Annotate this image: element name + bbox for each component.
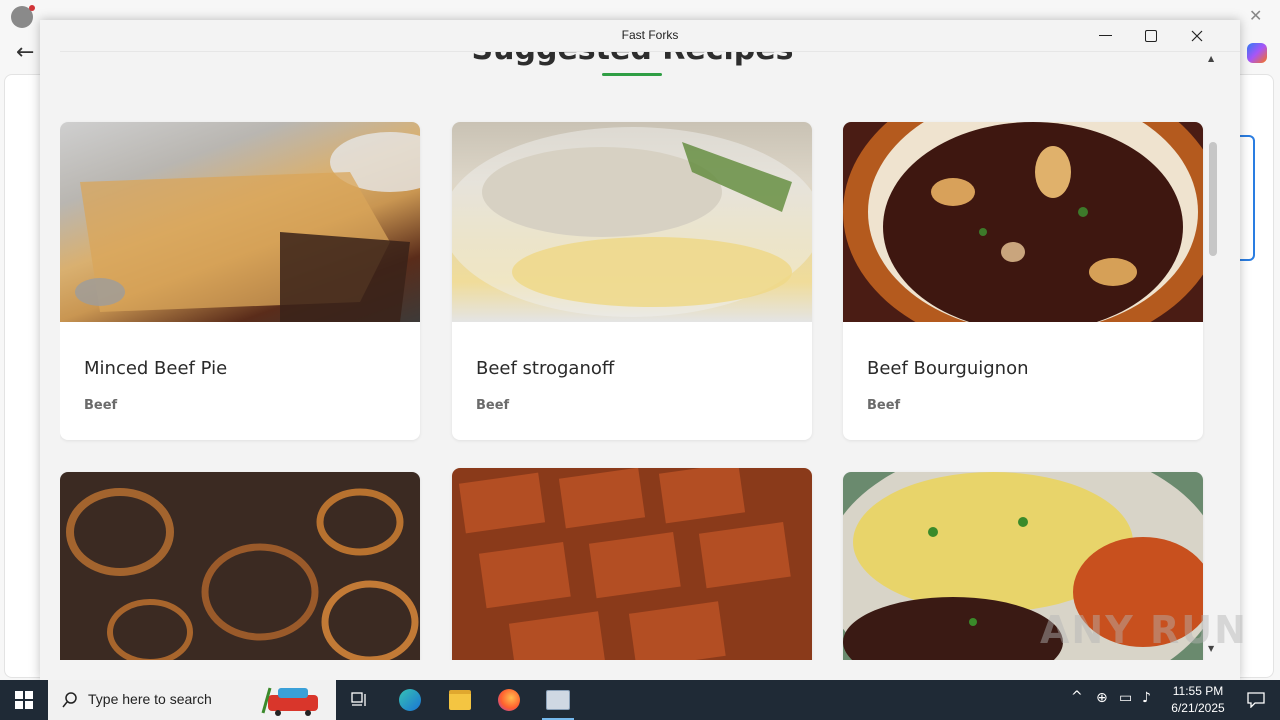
folder-icon	[449, 690, 471, 710]
taskbar: Type here to search ^ ⊕ ▭ ♪ 11:55 PM 6/2…	[0, 680, 1280, 720]
notification-icon	[1247, 692, 1265, 708]
start-button[interactable]	[0, 680, 48, 720]
clock[interactable]: 11:55 PM 6/21/2025	[1162, 683, 1234, 717]
file-explorer-button[interactable]	[436, 680, 484, 720]
title-underline	[602, 73, 662, 76]
recipes-content: Suggested Recipes Minced Beef Pie Beef	[60, 52, 1205, 660]
recipe-name: Minced Beef Pie	[84, 358, 228, 379]
recipe-card[interactable]	[60, 472, 420, 660]
taskbar-search[interactable]: Type here to search	[48, 680, 336, 720]
maximize-icon	[1145, 29, 1157, 42]
recipe-category: Beef	[476, 398, 510, 413]
firefox-icon	[498, 689, 520, 711]
recipe-image	[843, 122, 1203, 322]
close-icon	[1191, 30, 1203, 41]
window-title: Fast Forks	[621, 28, 679, 42]
task-view-icon	[351, 692, 366, 706]
recipe-card[interactable]: Beef stroganoff Beef	[452, 122, 812, 440]
app-window-icon	[546, 690, 570, 710]
recipe-category: Beef	[84, 398, 118, 413]
maximize-button[interactable]	[1128, 20, 1174, 51]
search-placeholder: Type here to search	[88, 691, 212, 707]
recipe-image	[452, 122, 812, 322]
recipe-image	[452, 468, 812, 660]
vertical-scrollbar[interactable]: ▲ ▼	[1205, 52, 1220, 660]
volume-icon[interactable]: ♪	[1142, 690, 1151, 706]
minimize-button[interactable]	[1082, 20, 1128, 51]
notifications-button[interactable]	[1232, 680, 1280, 720]
recipe-card[interactable]: Minced Beef Pie Beef	[60, 122, 420, 440]
minimize-icon	[1098, 35, 1112, 36]
recipe-name: Beef Bourguignon	[867, 358, 1029, 379]
scroll-thumb[interactable]	[1209, 142, 1217, 256]
app-window: Fast Forks Suggested Recipes Minced Beef…	[40, 20, 1240, 680]
close-icon[interactable]: ✕	[1249, 6, 1262, 25]
device-icon[interactable]: ⊕	[1096, 690, 1108, 706]
recipe-name: Beef stroganoff	[476, 358, 615, 379]
copilot-icon[interactable]	[1247, 43, 1267, 63]
edge-button[interactable]	[386, 680, 434, 720]
back-arrow-icon[interactable]: ←	[16, 40, 34, 65]
close-button[interactable]	[1174, 20, 1220, 51]
watermark: ANY RUN	[1040, 608, 1248, 652]
firefox-button[interactable]	[485, 680, 533, 720]
scroll-up-icon[interactable]: ▲	[1208, 54, 1214, 63]
active-app-button[interactable]	[534, 680, 582, 720]
clock-time: 11:55 PM	[1172, 684, 1224, 698]
chevron-up-icon[interactable]: ^	[1071, 689, 1083, 705]
recipe-image	[60, 472, 420, 660]
network-icon[interactable]: ▭	[1119, 690, 1132, 706]
recipe-card[interactable]: Beef Bourguignon Beef	[843, 122, 1203, 440]
task-view-button[interactable]	[336, 680, 384, 720]
section-title: Suggested Recipes	[60, 52, 1205, 67]
search-highlight-icon	[261, 687, 318, 716]
windows-logo-icon	[15, 691, 33, 709]
recipe-card[interactable]	[452, 468, 812, 660]
edge-icon	[399, 689, 421, 711]
title-bar[interactable]: Fast Forks	[60, 20, 1240, 52]
recipe-category: Beef	[867, 398, 901, 413]
search-icon	[62, 692, 77, 708]
notification-dot	[29, 5, 35, 11]
clock-date: 6/21/2025	[1171, 701, 1225, 715]
recipe-image	[60, 122, 420, 322]
